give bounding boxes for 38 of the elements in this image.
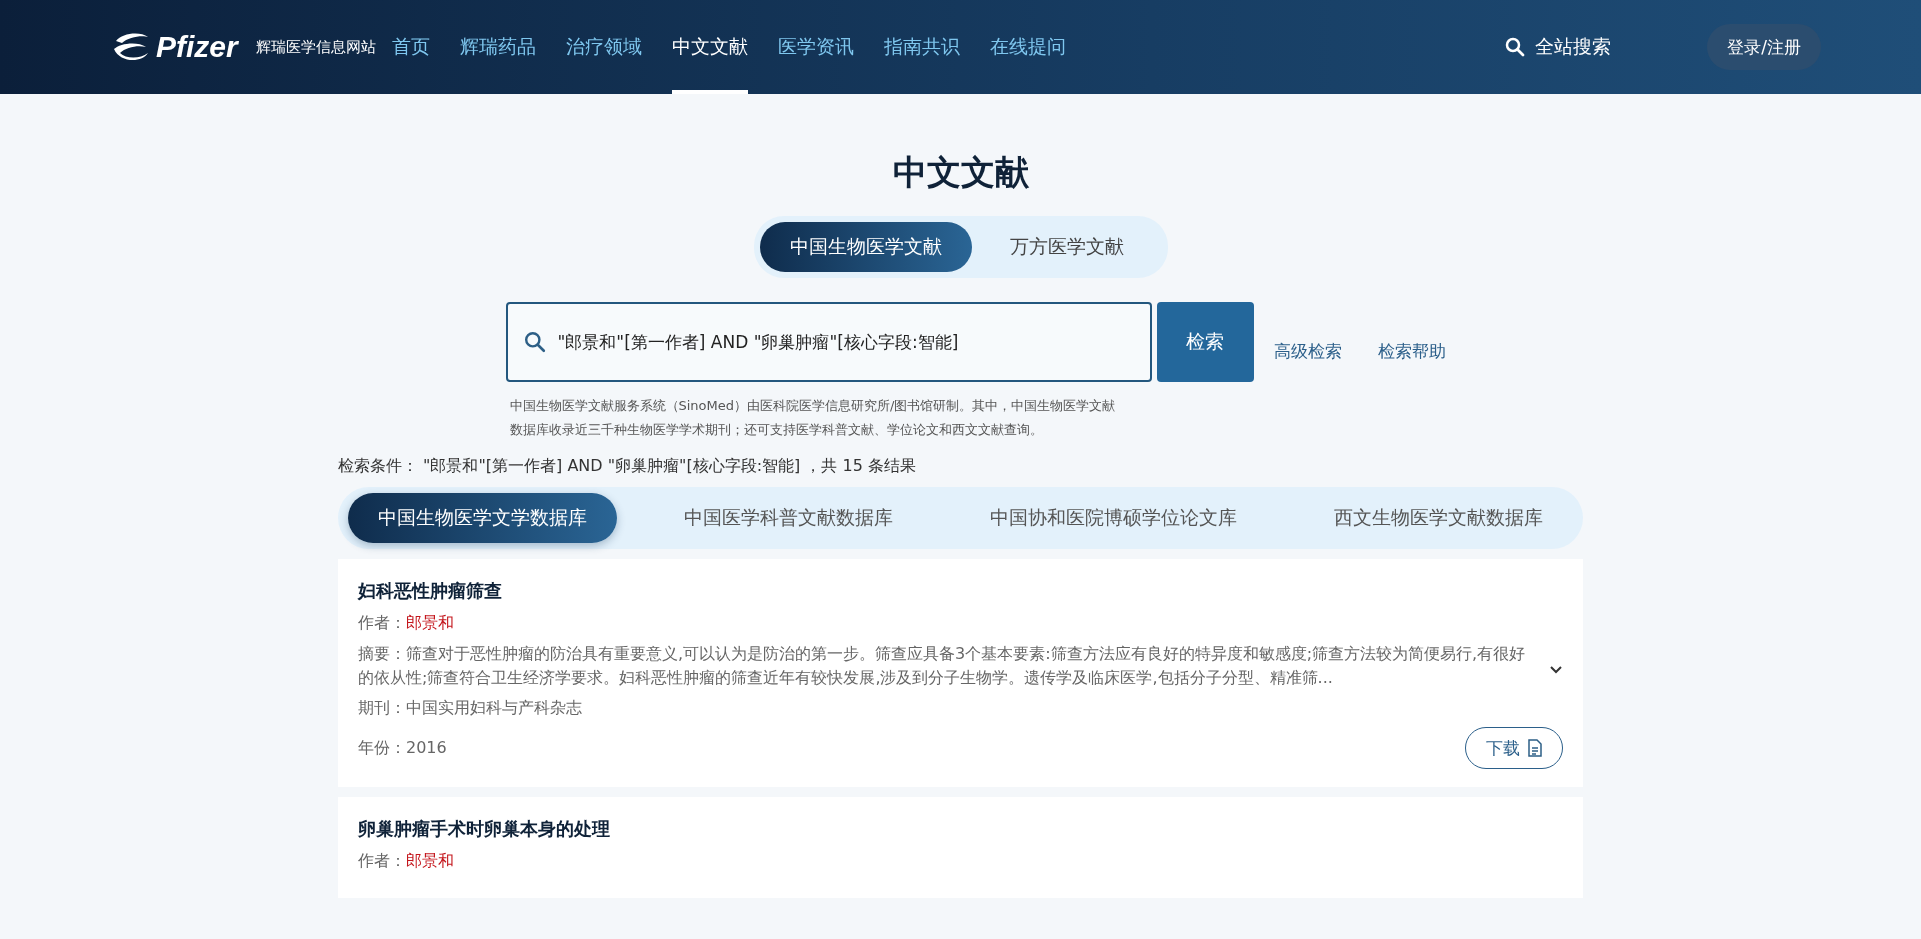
document-icon bbox=[1528, 739, 1542, 757]
database-tab[interactable]: 西文生物医学文献数据库 bbox=[1304, 493, 1573, 543]
login-button[interactable]: 登录/注册 bbox=[1707, 24, 1821, 70]
download-button[interactable]: 下载 bbox=[1465, 727, 1563, 769]
source-tab[interactable]: 中国生物医学文献 bbox=[759, 222, 972, 272]
search-link[interactable]: 高级检索 bbox=[1273, 340, 1342, 363]
search-button[interactable]: 检索 bbox=[1156, 302, 1254, 382]
site-name: 辉瑞医学信息网站 bbox=[255, 37, 376, 57]
nav-link[interactable]: 治疗领域 bbox=[565, 0, 642, 94]
result-title[interactable]: 卵巢肿瘤手术时卵巢本身的处理 bbox=[358, 817, 1563, 841]
page-title: 中文文献 bbox=[892, 151, 1029, 194]
search-field[interactable]: "郎景和"[第一作者] AND "卵巢肿瘤"[核心字段:智能] bbox=[505, 302, 1152, 382]
logo-text[interactable]: Pfizer bbox=[156, 30, 238, 64]
nav-link[interactable]: 中文文献 bbox=[671, 0, 748, 94]
search-icon bbox=[523, 331, 546, 353]
abstract-text: 摘要：筛查对于恶性肿瘤的防治具有重要意义,可以认为是防治的第一步。筛查应具备3个基本要素:筛查方法应有良好的特异度和敏感度;筛查方法较为简便易行,有很好的依从性;筛查符合卫生经济学要求。妇科恶性肿瘤的筛查近年有较快发展,涉及到分子生物学。遗传学及临床医学,包括分子分型、精准筛... bbox=[358, 643, 1527, 689]
journal-text: 期刊：中国实用妇科与产科杂志 bbox=[358, 698, 583, 719]
site-search-link[interactable]: 全站搜索 bbox=[1505, 34, 1612, 60]
database-tab[interactable]: 中国生物医学文学数据库 bbox=[348, 493, 617, 543]
search-link[interactable]: 检索帮助 bbox=[1377, 340, 1446, 363]
author-label: 作者： bbox=[358, 613, 406, 632]
search-conditions: 检索条件： "郎景和"[第一作者] AND "卵巢肿瘤"[核心字段:智能] ，共 15 条结果 bbox=[338, 456, 917, 477]
source-tab[interactable]: 万方医学文献 bbox=[971, 222, 1162, 272]
search-hint: 中国生物医学文献服务系统（SinoMed）由医科院医学信息研究所/图书馆研制。其中，中国生物医学文献数据库收录近三千种生物医学学术期刊；还可支持医学科普文献、学位论文和西文文献查询。 bbox=[509, 397, 1117, 439]
nav-link[interactable]: 指南共识 bbox=[883, 0, 960, 94]
database-tab[interactable]: 中国医学科普文献数据库 bbox=[654, 493, 923, 543]
author-label: 作者： bbox=[358, 851, 406, 870]
nav-link[interactable]: 医学资讯 bbox=[777, 0, 854, 94]
database-tab[interactable]: 中国协和医院博硕学位论文库 bbox=[960, 493, 1267, 543]
nav-link[interactable]: 首页 bbox=[391, 0, 430, 94]
author-link[interactable]: 郎景和 bbox=[406, 851, 454, 870]
chevron-down-icon[interactable] bbox=[1549, 665, 1563, 675]
search-icon bbox=[1505, 37, 1526, 57]
author-link[interactable]: 郎景和 bbox=[406, 613, 454, 632]
result-title[interactable]: 妇科恶性肿瘤筛查 bbox=[358, 579, 1563, 603]
year-text: 年份：2016 bbox=[358, 737, 447, 759]
nav-link[interactable]: 在线提问 bbox=[989, 0, 1066, 94]
nav-link[interactable]: 辉瑞药品 bbox=[459, 0, 536, 94]
